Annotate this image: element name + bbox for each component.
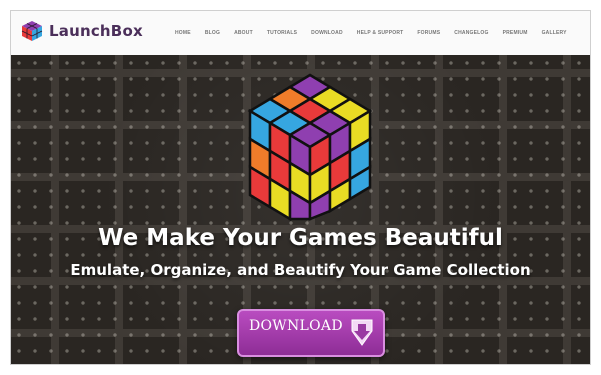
rubik-cube-icon [21, 21, 43, 41]
nav-about[interactable]: ABOUT [234, 30, 253, 36]
nav-blog[interactable]: BLOG [205, 30, 220, 36]
nav-changelog[interactable]: CHANGELOG [454, 30, 488, 36]
nav-premium[interactable]: PREMIUM [503, 30, 528, 36]
download-arrow-icon [351, 319, 373, 346]
nav-tutorials[interactable]: TUTORIALS [267, 30, 297, 36]
top-navbar: LaunchBox HOME BLOG ABOUT TUTORIALS DOWN… [11, 11, 590, 56]
download-label: DOWNLOAD [249, 318, 343, 334]
nav-forums[interactable]: FORUMS [417, 30, 440, 36]
nav-gallery[interactable]: GALLERY [542, 30, 567, 36]
hero-subheadline: Emulate, Organize, and Beautify Your Gam… [70, 261, 531, 279]
nav-help-support[interactable]: HELP & SUPPORT [357, 30, 404, 36]
browser-viewport: LaunchBox HOME BLOG ABOUT TUTORIALS DOWN… [10, 10, 591, 365]
hero-section: We Make Your Games Beautiful Emulate, Or… [11, 55, 590, 364]
download-button[interactable]: DOWNLOAD [237, 309, 385, 357]
nav-download[interactable]: DOWNLOAD [311, 30, 343, 36]
brand-name: LaunchBox [49, 22, 143, 40]
nav-home[interactable]: HOME [175, 30, 191, 36]
brand-logo[interactable]: LaunchBox [21, 20, 143, 42]
rubik-cube-hero-icon [247, 73, 373, 221]
hero-headline: We Make Your Games Beautiful [98, 225, 503, 251]
main-nav: HOME BLOG ABOUT TUTORIALS DOWNLOAD HELP … [175, 11, 567, 55]
